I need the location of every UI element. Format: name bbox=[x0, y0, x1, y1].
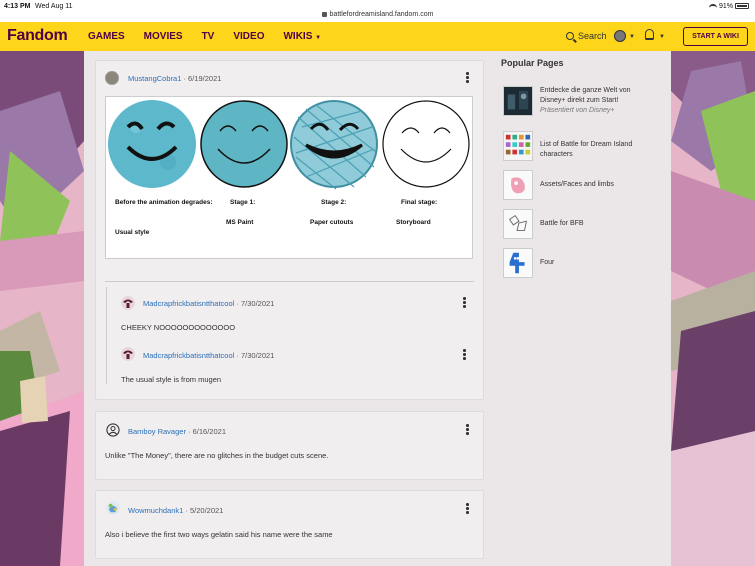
background-art-right bbox=[671, 51, 755, 566]
popular-page-item[interactable]: Four bbox=[503, 248, 663, 280]
comment-card bbox=[95, 411, 484, 480]
label-col1-sub: Usual style bbox=[115, 229, 150, 236]
page-thumbnail bbox=[503, 248, 533, 278]
nav-movies[interactable]: MOVIES bbox=[144, 31, 183, 42]
page-thumbnail bbox=[503, 131, 533, 161]
nav-links: GAMES MOVIES TV VIDEO WIKIS ▼ bbox=[88, 31, 340, 42]
right-rail bbox=[493, 51, 671, 566]
popular-page-title: Battle for BFB bbox=[540, 220, 584, 227]
background-illustration bbox=[671, 51, 755, 566]
reply-meta: Madcrapfrickbatisntthatcool · 7/30/2021 bbox=[143, 351, 274, 360]
search-icon bbox=[566, 32, 574, 40]
avatar[interactable] bbox=[105, 71, 119, 85]
popular-page-title: List of Battle for Dream Island characte… bbox=[540, 141, 633, 158]
reply-text: CHEEKY NOOOOOOOOOOOOO bbox=[121, 323, 236, 332]
reply-meta: Madcrapfrickbatisntthatcool · 7/30/2021 bbox=[143, 299, 274, 308]
avatar[interactable] bbox=[106, 501, 120, 515]
popular-page-item[interactable]: List of Battle for Dream Island characte… bbox=[503, 131, 663, 163]
address-bar[interactable]: battlefordreamisland.fandom.com bbox=[0, 11, 755, 18]
nav-tv[interactable]: TV bbox=[202, 31, 215, 42]
user-avatar[interactable] bbox=[614, 30, 626, 42]
search-button[interactable]: Search bbox=[566, 31, 607, 41]
comment-meta: Bamboy Ravager · 6/16/2021 bbox=[128, 427, 226, 436]
fandom-navbar: Fandom GAMES MOVIES TV VIDEO WIKIS ▼ Sea… bbox=[0, 22, 755, 51]
more-options-icon[interactable] bbox=[466, 424, 469, 436]
wifi-icon bbox=[708, 3, 717, 9]
popular-page-title: Four bbox=[540, 259, 555, 266]
comment-date: · 6/16/2021 bbox=[188, 427, 226, 436]
fandom-logo[interactable]: Fandom bbox=[7, 27, 68, 45]
reply-text: The usual style is from mugen bbox=[121, 375, 222, 384]
comment-date: · 6/19/2021 bbox=[183, 74, 222, 83]
popular-page-title: Entdecke die ganze Welt von Disney+ dire… bbox=[540, 86, 652, 116]
start-a-wiki-button[interactable]: START A WIKI bbox=[683, 27, 748, 46]
default-avatar-icon[interactable] bbox=[106, 423, 120, 437]
divider bbox=[105, 281, 474, 282]
background-illustration bbox=[0, 51, 84, 566]
reply-date: · 7/30/2021 bbox=[236, 351, 275, 360]
battery-icon bbox=[735, 3, 749, 10]
popular-pages-heading: Popular Pages bbox=[501, 58, 564, 68]
reply-thread-line bbox=[106, 287, 107, 384]
avatar[interactable] bbox=[121, 347, 135, 361]
label-col4-sub: Storyboard bbox=[396, 219, 431, 226]
chevron-down-icon[interactable]: ▼ bbox=[629, 34, 635, 40]
comment-text: Unlike "The Money", there are no glitche… bbox=[105, 451, 329, 460]
reply-date: · 7/30/2021 bbox=[236, 299, 275, 308]
nav-wikis[interactable]: WIKIS ▼ bbox=[283, 31, 321, 42]
bell-icon[interactable] bbox=[645, 29, 654, 40]
battery-percent: 91% bbox=[718, 3, 733, 10]
popular-page-item[interactable]: Entdecke die ganze Welt von Disney+ dire… bbox=[503, 86, 663, 118]
comment-author[interactable]: MustangCobra1 bbox=[128, 74, 181, 83]
reply-author[interactable]: Madcrapfrickbatisntthatcool bbox=[143, 299, 234, 308]
lock-icon bbox=[321, 11, 327, 17]
more-options-icon[interactable] bbox=[466, 72, 469, 84]
post-image[interactable]: Before the animation degrades: Usual sty… bbox=[105, 96, 473, 259]
search-label: Search bbox=[578, 31, 607, 41]
popular-page-title: Assets/Faces and limbs bbox=[540, 181, 614, 188]
label-col3-sub: Paper cutouts bbox=[310, 219, 354, 226]
label-col4-title: Final stage: bbox=[401, 199, 438, 206]
comment-author[interactable]: Bamboy Ravager bbox=[128, 427, 186, 436]
status-bar: 4:13 PM Wed Aug 11 battlefordreamisland.… bbox=[0, 0, 755, 22]
label-col3-title: Stage 2: bbox=[321, 199, 347, 206]
comment-card bbox=[95, 490, 484, 559]
comment-date: · 5/20/2021 bbox=[185, 506, 224, 515]
page-thumbnail bbox=[503, 86, 533, 116]
popular-page-item[interactable]: Battle for BFB bbox=[503, 209, 663, 241]
page-thumbnail bbox=[503, 209, 533, 239]
faces-illustration bbox=[108, 100, 470, 190]
more-options-icon[interactable] bbox=[463, 349, 466, 361]
sponsored-label: Präsentiert von Disney+ bbox=[540, 107, 615, 114]
status-time: 4:13 PM bbox=[4, 3, 31, 10]
nav-video[interactable]: VIDEO bbox=[233, 31, 264, 42]
comment-meta: Wowmuchdank1 · 5/20/2021 bbox=[128, 506, 223, 515]
more-options-icon[interactable] bbox=[463, 297, 466, 309]
comment-text: Also i believe the first two ways gelati… bbox=[105, 530, 333, 539]
label-col2-title: Stage 1: bbox=[230, 199, 256, 206]
status-right: 91% bbox=[708, 3, 749, 10]
comment-author[interactable]: Wowmuchdank1 bbox=[128, 506, 183, 515]
popular-page-item[interactable]: Assets/Faces and limbs bbox=[503, 170, 663, 202]
status-date: Wed Aug 11 bbox=[35, 3, 73, 10]
avatar[interactable] bbox=[121, 296, 135, 310]
label-col2-sub: MS Paint bbox=[226, 219, 254, 226]
page-thumbnail bbox=[503, 170, 533, 200]
url-text: battlefordreamisland.fandom.com bbox=[329, 11, 434, 18]
chevron-down-icon: ▼ bbox=[315, 35, 322, 41]
popular-page-title-text: Entdecke die ganze Welt von Disney+ dire… bbox=[540, 87, 631, 104]
nav-wikis-label: WIKIS bbox=[283, 31, 313, 42]
background-art-left bbox=[0, 51, 84, 566]
label-col1-title: Before the animation degrades: bbox=[115, 199, 213, 206]
nav-games[interactable]: GAMES bbox=[88, 31, 125, 42]
comment-meta: MustangCobra1 · 6/19/2021 bbox=[128, 74, 221, 83]
reply-author[interactable]: Madcrapfrickbatisntthatcool bbox=[143, 351, 234, 360]
chevron-down-icon[interactable]: ▼ bbox=[659, 34, 665, 40]
more-options-icon[interactable] bbox=[466, 503, 469, 515]
